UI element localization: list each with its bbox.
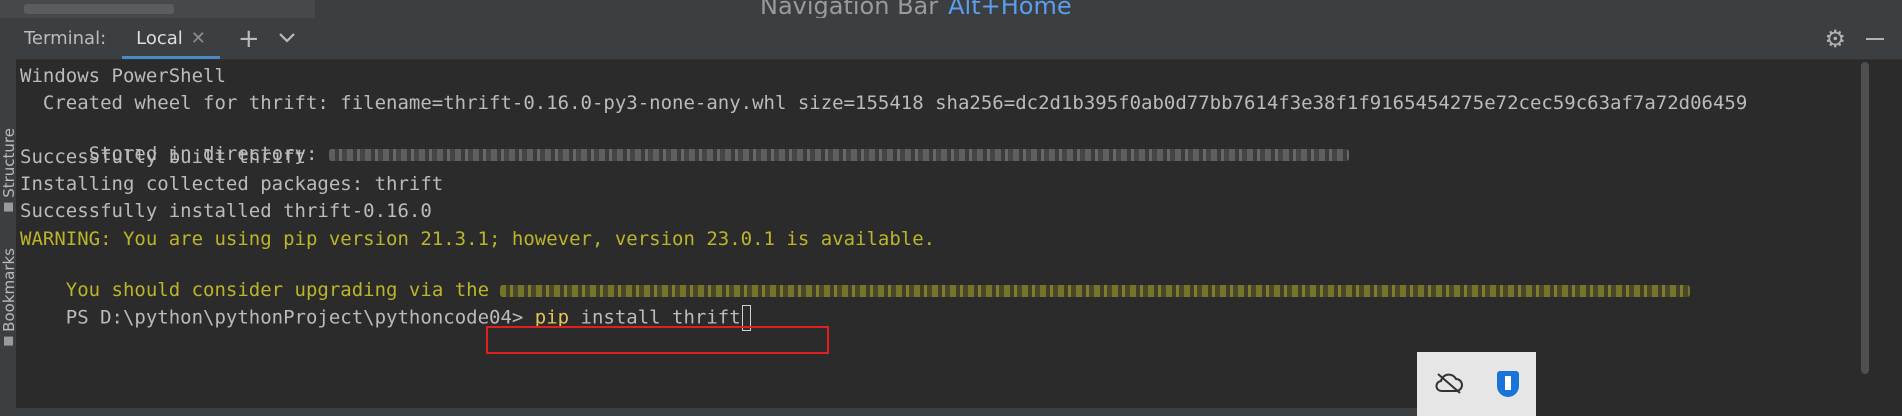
tab-local-label: Local xyxy=(136,28,183,49)
terminal-scrollbar[interactable] xyxy=(1858,60,1872,416)
bookmark-icon xyxy=(4,336,14,346)
output-line: Created wheel for thrift: filename=thrif… xyxy=(20,92,1748,114)
redacted-path xyxy=(328,148,1349,161)
command-highlight-box xyxy=(486,326,829,354)
editor-top-strip: Navigation Bar Alt+Home xyxy=(0,0,1902,18)
output-line: Successfully installed thrift-0.16.0 xyxy=(20,200,432,222)
bottom-status-strip xyxy=(0,408,1417,416)
terminal-title: Terminal: xyxy=(24,28,107,49)
terminal-output[interactable]: Windows PowerShell Created wheel for thr… xyxy=(16,60,1856,416)
left-tool-strip: Structure Bookmarks xyxy=(0,18,18,416)
prompt-path: PS D:\python\pythonProject\pythoncode04> xyxy=(65,306,535,329)
warning-line: WARNING: You are using pip version 21.3.… xyxy=(20,228,936,250)
output-line: Successfully built thrift xyxy=(20,146,306,168)
bookmarks-tool-tab[interactable]: Bookmarks xyxy=(0,248,18,350)
cloud-off-icon[interactable] xyxy=(1434,368,1464,401)
terminal-header: Terminal: Local ✕ + ⚙ xyxy=(16,18,1902,60)
navigation-hint-text: Navigation Bar xyxy=(760,0,939,18)
close-tab-icon[interactable]: ✕ xyxy=(191,28,206,49)
navigation-bar-hint: Navigation Bar Alt+Home xyxy=(760,0,1072,18)
output-line: Windows PowerShell xyxy=(20,65,226,87)
terminal-scroll-thumb[interactable] xyxy=(1861,62,1869,374)
defender-shield-icon[interactable] xyxy=(1497,371,1520,397)
minimize-icon[interactable] xyxy=(1866,37,1884,40)
structure-icon xyxy=(4,202,14,212)
structure-tool-tab[interactable]: Structure xyxy=(0,128,18,216)
tab-local[interactable]: Local ✕ xyxy=(122,18,220,59)
output-line: Installing collected packages: thrift xyxy=(20,173,444,195)
gear-icon[interactable]: ⚙ xyxy=(1824,25,1846,53)
navigation-hint-shortcut: Alt+Home xyxy=(948,0,1072,18)
add-tab-icon[interactable]: + xyxy=(238,26,260,52)
active-tab-indicator xyxy=(122,56,220,59)
system-tray-popup xyxy=(1417,352,1536,416)
editor-scroll-thumb[interactable] xyxy=(24,4,174,14)
chevron-down-icon[interactable] xyxy=(278,30,296,48)
